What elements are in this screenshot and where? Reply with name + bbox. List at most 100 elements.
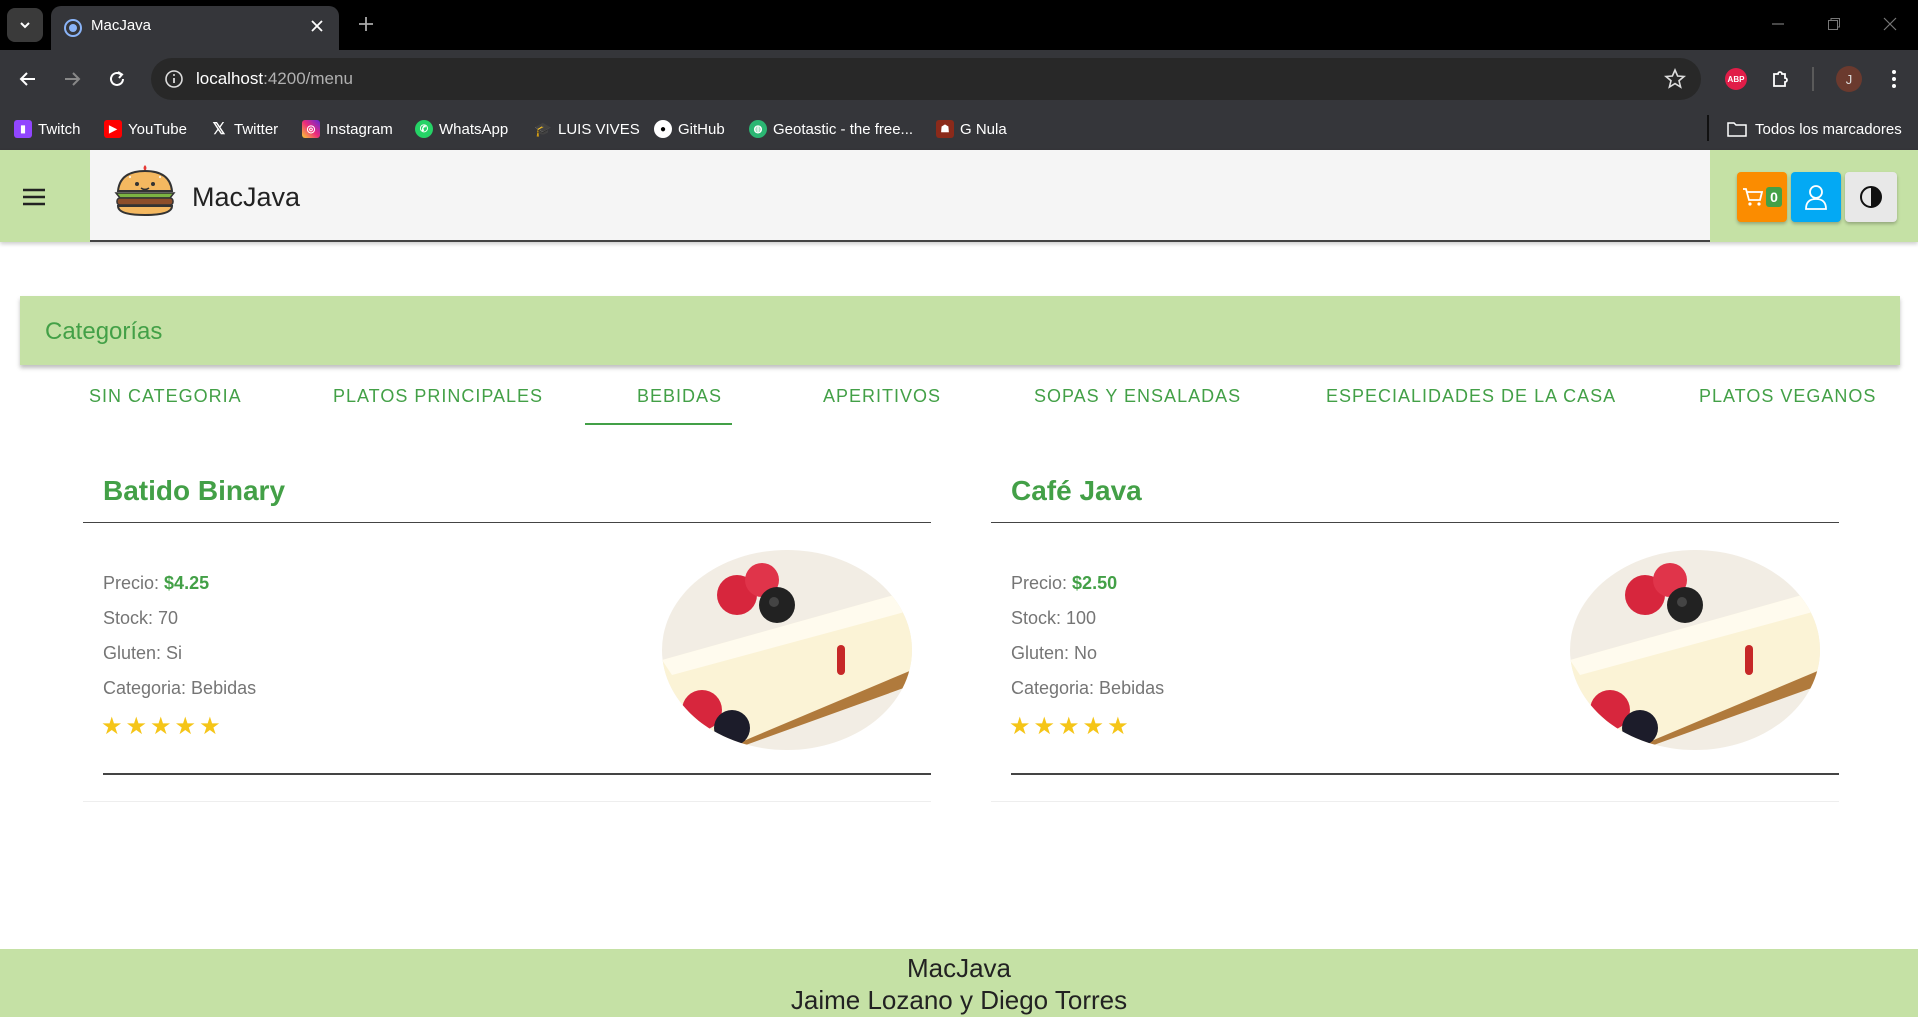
bookmark-twitter[interactable]: 𝕏 Twitter bbox=[210, 117, 279, 141]
folder-icon bbox=[1727, 122, 1747, 137]
bookmark-geotastic[interactable]: ◍ Geotastic - the free... bbox=[749, 117, 913, 141]
product-category: Categoria: Bebidas bbox=[103, 678, 257, 698]
burger-logo-icon bbox=[114, 165, 176, 217]
bookmark-youtube[interactable]: ▶ YouTube bbox=[104, 117, 187, 141]
tab-platos-veganos[interactable]: PLATOS VEGANOS bbox=[1699, 386, 1876, 407]
bookmark-label: G Nula bbox=[960, 120, 1007, 138]
rating-stars: ★★★★★ bbox=[101, 713, 224, 740]
close-window-button[interactable] bbox=[1870, 10, 1910, 38]
browser-menu-button[interactable] bbox=[1880, 65, 1908, 93]
product-card[interactable]: Café Java Precio: $2.50 Stock: 100 Glute… bbox=[991, 455, 1839, 802]
toolbar-divider bbox=[1812, 67, 1814, 91]
whatsapp-icon: ✆ bbox=[415, 120, 433, 138]
product-gluten: Gluten: Si bbox=[103, 643, 183, 663]
product-card[interactable]: Batido Binary Precio: $4.25 Stock: 70 Gl… bbox=[83, 455, 931, 802]
brand-area bbox=[90, 150, 1710, 242]
arrow-right-icon bbox=[65, 72, 81, 86]
product-price: Precio: $2.50 bbox=[1011, 573, 1117, 594]
back-button[interactable] bbox=[12, 63, 44, 95]
profile-avatar[interactable]: J bbox=[1836, 66, 1862, 92]
footer-authors: Jaime Lozano y Diego Torres bbox=[790, 985, 1128, 1015]
bookmark-label: WhatsApp bbox=[439, 120, 509, 138]
forward-button[interactable] bbox=[56, 63, 88, 95]
card-divider bbox=[991, 522, 1839, 523]
bookmarks-bar: ▮ Twitch ▶ YouTube 𝕏 Twitter ◎ Instagram ✆ Wh… bbox=[0, 108, 1918, 150]
bookmark-label: Geotastic - the free... bbox=[773, 120, 914, 138]
product-price: Precio: $4.25 bbox=[103, 573, 209, 594]
rating-stars: ★★★★★ bbox=[1009, 713, 1132, 740]
card-bottom-divider bbox=[1011, 773, 1839, 775]
bookmark-star-icon[interactable] bbox=[1663, 67, 1687, 91]
tab-sopas-y-ensaladas[interactable]: SOPAS Y ENSALADAS bbox=[1034, 386, 1241, 407]
cart-count-badge: 0 bbox=[1766, 187, 1782, 207]
product-category: Categoria: Bebidas bbox=[1011, 678, 1165, 698]
user-icon bbox=[1805, 185, 1827, 210]
tab-aperitivos[interactable]: APERITIVOS bbox=[823, 386, 941, 407]
extensions-button[interactable] bbox=[1761, 59, 1801, 99]
youtube-icon: ▶ bbox=[104, 120, 122, 138]
minimize-icon bbox=[1772, 23, 1784, 25]
reload-button[interactable] bbox=[101, 63, 133, 95]
cart-button[interactable]: 0 bbox=[1737, 172, 1787, 222]
product-stock: Stock: 70 bbox=[103, 608, 179, 628]
cheesecake-image bbox=[1570, 550, 1820, 750]
product-name[interactable]: Batido Binary bbox=[103, 475, 285, 507]
shopping-cart-icon bbox=[1743, 188, 1764, 206]
bookmark-label: Twitter bbox=[234, 120, 279, 138]
all-bookmarks-button[interactable]: Todos los marcadores bbox=[1727, 117, 1902, 141]
tab-bebidas[interactable]: BEBIDAS bbox=[637, 386, 722, 407]
more-vert-icon bbox=[1892, 70, 1896, 88]
tab-sin-categoria[interactable]: SIN CATEGORIA bbox=[89, 386, 242, 407]
product-stock: Stock: 100 bbox=[1011, 608, 1097, 628]
bookmark-luis-vives[interactable]: 🎓 LUIS VIVES bbox=[534, 117, 640, 141]
tab-close-button[interactable] bbox=[305, 14, 329, 38]
bookmark-label: YouTube bbox=[128, 120, 187, 138]
theme-toggle-button[interactable] bbox=[1845, 172, 1897, 222]
restore-button[interactable] bbox=[1814, 10, 1854, 38]
url-path: :4200/menu bbox=[263, 69, 353, 88]
tab-title: MacJava bbox=[91, 17, 152, 34]
hamburger-menu-icon bbox=[23, 188, 45, 206]
github-icon: ● bbox=[654, 120, 672, 138]
brand-title[interactable]: MacJava bbox=[192, 182, 300, 213]
close-icon bbox=[311, 20, 323, 32]
site-info-icon[interactable] bbox=[163, 68, 185, 90]
minimize-button[interactable] bbox=[1758, 10, 1798, 38]
price-label: Precio: bbox=[1011, 573, 1068, 593]
cheesecake-image bbox=[662, 550, 912, 750]
bookmark-label: Todos los marcadores bbox=[1755, 120, 1902, 138]
bookmark-label: LUIS VIVES bbox=[558, 120, 640, 138]
user-account-button[interactable] bbox=[1791, 172, 1841, 222]
reload-icon bbox=[110, 71, 124, 86]
bookmark-twitch[interactable]: ▮ Twitch bbox=[14, 117, 81, 141]
url-host: localhost bbox=[196, 69, 264, 88]
bookmark-whatsapp[interactable]: ✆ WhatsApp bbox=[415, 117, 508, 141]
restore-icon bbox=[1828, 18, 1840, 30]
price-label: Precio: bbox=[103, 573, 160, 593]
graduation-cap-icon: 🎓 bbox=[534, 120, 552, 137]
browser-tab[interactable]: MacJava bbox=[51, 6, 339, 50]
x-twitter-icon: 𝕏 bbox=[212, 121, 226, 138]
address-bar[interactable]: localhost:4200/menu bbox=[151, 58, 1701, 100]
new-tab-button[interactable] bbox=[353, 11, 379, 37]
product-name[interactable]: Café Java bbox=[1011, 475, 1142, 507]
adblock-extension-button[interactable]: ABP bbox=[1716, 59, 1756, 99]
card-divider bbox=[83, 522, 931, 523]
twitch-icon: ▮ bbox=[14, 120, 32, 138]
game-avatar-icon: ☗ bbox=[936, 120, 954, 138]
tab-platos-principales[interactable]: PLATOS PRINCIPALES bbox=[333, 386, 543, 407]
adblock-icon: ABP bbox=[1725, 68, 1747, 90]
categories-panel: Categorías bbox=[20, 296, 1900, 365]
bookmark-github[interactable]: ● GitHub bbox=[654, 117, 725, 141]
url-text: localhost:4200/menu bbox=[196, 69, 353, 89]
bookmark-label: GitHub bbox=[678, 120, 725, 138]
tab-especialidades-de-la-casa[interactable]: ESPECIALIDADES DE LA CASA bbox=[1326, 386, 1616, 407]
tab-search-button[interactable] bbox=[7, 8, 43, 42]
instagram-icon: ◎ bbox=[302, 120, 320, 138]
card-bottom-divider bbox=[103, 773, 931, 775]
globe-icon: ◍ bbox=[749, 120, 767, 138]
bookmark-g-nula[interactable]: ☗ G Nula bbox=[936, 117, 1007, 141]
app-footer: MacJava Jaime Lozano y Diego Torres bbox=[0, 949, 1918, 1017]
side-menu-button[interactable] bbox=[14, 177, 54, 217]
bookmark-instagram[interactable]: ◎ Instagram bbox=[302, 117, 393, 141]
